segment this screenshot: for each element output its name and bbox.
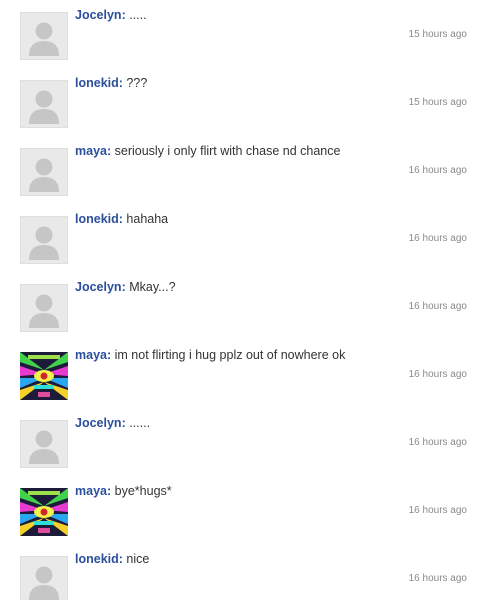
comment-line: Jocelyn: ...... (75, 416, 150, 430)
author-link[interactable]: Jocelyn (75, 8, 122, 22)
comment-line: maya: seriously i only flirt with chase … (75, 144, 340, 158)
comment-feed: Jocelyn: ..... 15 hours ago lonekid: ???… (0, 0, 497, 600)
comment-item: lonekid: ??? 15 hours ago (0, 68, 497, 136)
author-separator: : (121, 416, 126, 430)
author-link[interactable]: maya (75, 484, 107, 498)
comment-line: maya: bye*hugs* (75, 484, 172, 498)
author-separator: : (106, 348, 112, 362)
default-avatar-icon (20, 80, 68, 128)
author-link[interactable]: maya (75, 144, 107, 158)
comment-item: lonekid: nice 16 hours ago (0, 544, 497, 600)
timestamp: 15 hours ago (408, 97, 467, 108)
timestamp: 16 hours ago (408, 301, 467, 312)
author-link[interactable]: maya (75, 348, 107, 362)
comment-item: maya: im not flirting i hug pplz out of … (0, 340, 497, 408)
timestamp: 16 hours ago (408, 369, 467, 380)
avatar[interactable] (20, 148, 68, 196)
comment-line: maya: im not flirting i hug pplz out of … (75, 348, 345, 362)
timestamp: 15 hours ago (408, 29, 467, 40)
author-separator: : (106, 484, 112, 498)
timestamp: 16 hours ago (408, 165, 467, 176)
comment-item: maya: seriously i only flirt with chase … (0, 136, 497, 204)
author-separator: : (118, 552, 123, 566)
author-link[interactable]: Jocelyn (75, 280, 122, 294)
default-avatar-icon (20, 556, 68, 600)
default-avatar-icon (20, 148, 68, 196)
avatar[interactable] (20, 556, 68, 600)
comment-text: hahaha (126, 212, 169, 226)
author-separator: : (121, 280, 126, 294)
comment-text: ..... (129, 8, 147, 22)
avatar[interactable] (20, 352, 68, 400)
comment-line: lonekid: nice (75, 552, 149, 566)
avatar[interactable] (20, 420, 68, 468)
comment-text: seriously i only flirt with chase nd cha… (114, 144, 341, 158)
author-separator: : (118, 212, 123, 226)
comment-text: bye*hugs* (114, 484, 172, 498)
comment-item: lonekid: hahaha 16 hours ago (0, 204, 497, 272)
timestamp: 16 hours ago (408, 573, 467, 584)
author-separator: : (118, 76, 123, 90)
author-link[interactable]: Jocelyn (75, 416, 122, 430)
author-separator: : (121, 8, 126, 22)
comment-line: lonekid: ??? (75, 76, 147, 90)
comment-line: lonekid: hahaha (75, 212, 168, 226)
psychedelic-avatar-icon (20, 352, 68, 400)
comment-text: nice (126, 552, 150, 566)
timestamp: 16 hours ago (408, 437, 467, 448)
avatar[interactable] (20, 216, 68, 264)
author-link[interactable]: lonekid (75, 552, 119, 566)
avatar[interactable] (20, 80, 68, 128)
comment-item: Jocelyn: Mkay...? 16 hours ago (0, 272, 497, 340)
default-avatar-icon (20, 216, 68, 264)
timestamp: 16 hours ago (408, 233, 467, 244)
comment-text: im not flirting i hug pplz out of nowher… (114, 348, 346, 362)
psychedelic-avatar-icon (20, 488, 68, 536)
comment-item: Jocelyn: ...... 16 hours ago (0, 408, 497, 476)
comment-text: Mkay...? (129, 280, 176, 294)
comment-line: Jocelyn: ..... (75, 8, 147, 22)
author-link[interactable]: lonekid (75, 212, 119, 226)
avatar[interactable] (20, 488, 68, 536)
comment-item: Jocelyn: ..... 15 hours ago (0, 0, 497, 68)
avatar[interactable] (20, 284, 68, 332)
comment-item: maya: bye*hugs* 16 hours ago (0, 476, 497, 544)
avatar[interactable] (20, 12, 68, 60)
comment-text: ...... (129, 416, 151, 430)
author-separator: : (106, 144, 112, 158)
comment-line: Jocelyn: Mkay...? (75, 280, 176, 294)
comment-text: ??? (126, 76, 148, 90)
timestamp: 16 hours ago (408, 505, 467, 516)
default-avatar-icon (20, 12, 68, 60)
default-avatar-icon (20, 420, 68, 468)
default-avatar-icon (20, 284, 68, 332)
author-link[interactable]: lonekid (75, 76, 119, 90)
